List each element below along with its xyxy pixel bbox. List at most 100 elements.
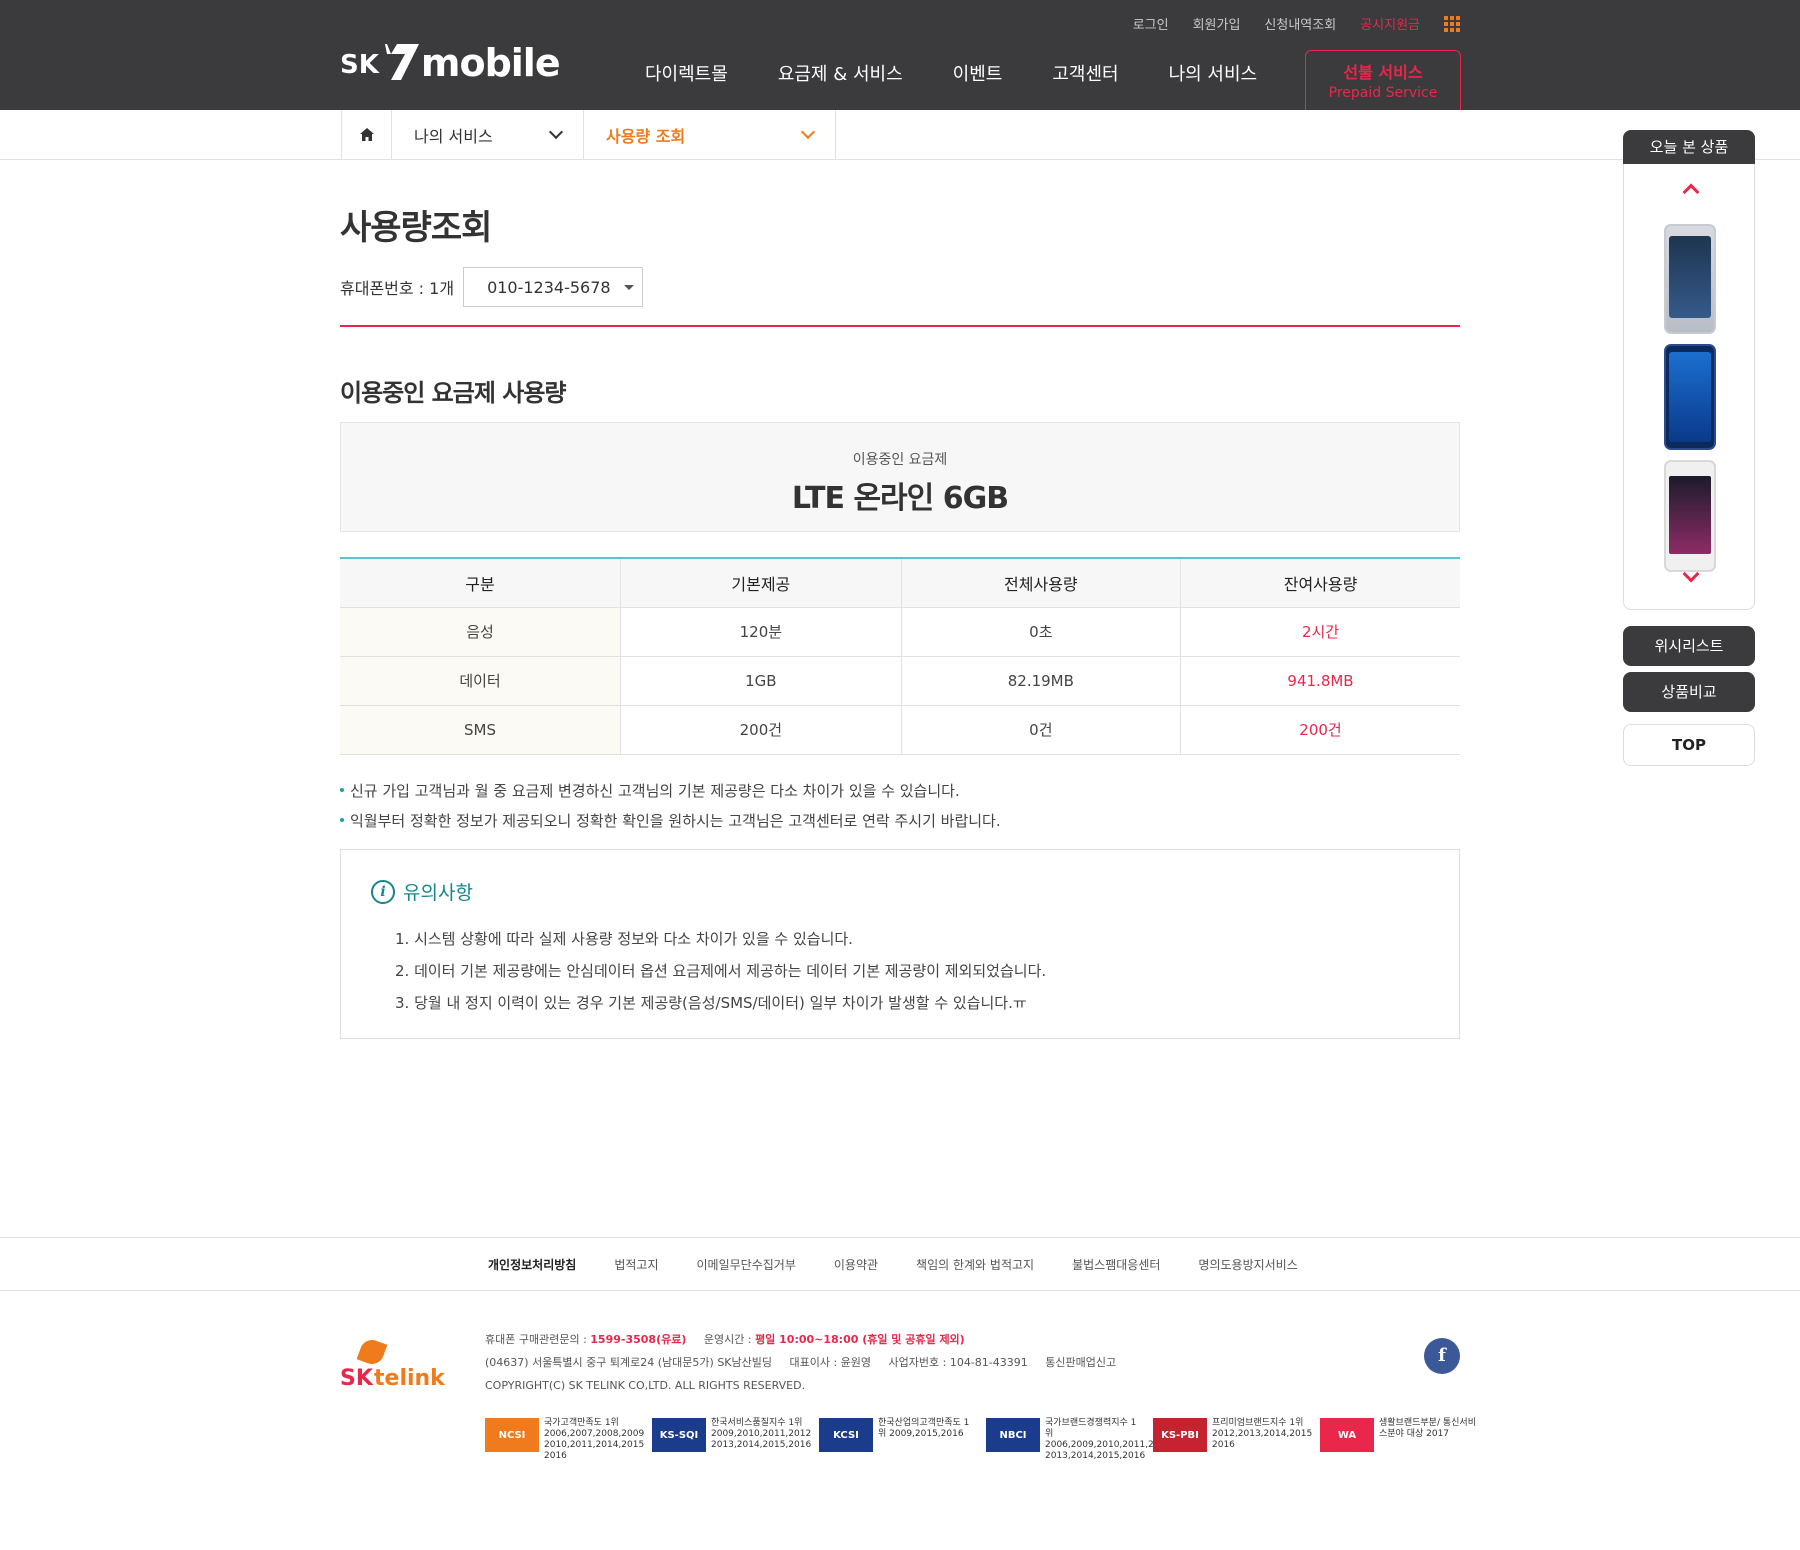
caution-title: 유의사항 (403, 882, 473, 904)
column-header: 전체사용량 (901, 558, 1182, 608)
product-thumbnail[interactable] (1664, 460, 1716, 572)
usage-notes: 신규 가입 고객님과 월 중 요금제 변경하신 고객님의 기본 제공량은 다소 … (340, 775, 1001, 835)
chevron-down-icon (800, 124, 816, 140)
logo-sk-text: SK (340, 50, 379, 80)
table-row: 음성 120분 0초 2시간 (340, 607, 1460, 657)
mail-order-link[interactable]: 통신판매업신고 (1045, 1356, 1116, 1369)
nav-events[interactable]: 이벤트 (953, 60, 1003, 86)
nav-customer-center[interactable]: 고객센터 (1052, 60, 1118, 86)
nav-my-service[interactable]: 나의 서비스 (1169, 60, 1258, 86)
phone-number-value: 010-1234-5678 (487, 277, 611, 297)
utility-nav: 로그인 회원가입 신청내역조회 공시지원금 (1133, 14, 1460, 33)
home-icon (359, 128, 374, 141)
award-item: NBCI 국가브랜드경쟁력지수 1위 2006,2009,2010,2011,20… (986, 1418, 1171, 1462)
scroll-top-button[interactable]: TOP (1623, 724, 1755, 766)
award-item: WA 생활브랜드부분/ 통신서비스분야 대상 2017 (1320, 1418, 1477, 1462)
hours-value: 평일 10:00~18:00 (휴일 및 공휴일 제외) (755, 1333, 965, 1346)
caution-list: 1. 시스템 상황에 따라 실제 사용량 정보와 다소 차이가 있을 수 있습니… (395, 922, 1046, 1018)
all-menu-icon[interactable] (1444, 15, 1460, 32)
wishlist-button[interactable]: 위시리스트 (1623, 626, 1755, 666)
category-cell: SMS (340, 705, 622, 755)
product-thumbnail[interactable] (1664, 224, 1716, 334)
column-header: 기본제공 (620, 558, 902, 608)
footer-logo-telink: telink (374, 1366, 445, 1391)
nav-direct-mall[interactable]: 다이렉트몰 (645, 60, 728, 86)
breadcrumb-my-service-dropdown[interactable]: 나의 서비스 (392, 110, 584, 159)
inquiry-label: 휴대폰 구매관련문의 : (485, 1333, 587, 1346)
award-text: 국가고객만족도 1위 2006,2007,2008,2009 2010,2011… (544, 1418, 645, 1461)
section-title: 이용중인 요금제 사용량 (340, 379, 567, 407)
footer-logo-sk: SK (340, 1366, 373, 1391)
used-cell: 0건 (901, 705, 1182, 755)
inquiry-phone: 1599-3508(유료) (590, 1333, 687, 1346)
phone-number-select[interactable]: 010-1234-5678 (463, 267, 644, 307)
list-item: 익월부터 정확한 정보가 제공되오니 정확한 확인을 원하시는 고객님은 고객센… (340, 805, 1001, 835)
chevron-up-icon[interactable] (1682, 183, 1700, 201)
site-header: 로그인 회원가입 신청내역조회 공시지원금 SK mobile 다이렉트몰 요금… (0, 0, 1800, 110)
title-divider (340, 325, 1460, 327)
prepaid-ko-label: 선불 서비스 (1343, 63, 1423, 82)
sk-wing-icon (356, 1336, 388, 1368)
awards-list: NCSI 국가고객만족도 1위 2006,2007,2008,2009 2010,… (485, 1418, 1477, 1462)
plan-name: LTE 온라인 6GB (791, 481, 1009, 516)
list-item: 2. 데이터 기본 제공량에는 안심데이터 옵션 요금제에서 제공하는 데이터 … (395, 961, 1047, 980)
recently-viewed-title: 오늘 본 상품 (1623, 130, 1755, 164)
note-text: 신규 가입 고객님과 월 중 요금제 변경하신 고객님의 기본 제공량은 다소 … (350, 781, 960, 800)
prepaid-service-button[interactable]: 선불 서비스 Prepaid Service (1305, 50, 1461, 110)
page-title: 사용량조회 (340, 208, 492, 248)
nav-plans-services[interactable]: 요금제 & 서비스 (778, 60, 903, 86)
award-text: 생활브랜드부분/ 통신서비스분야 대상 2017 (1379, 1418, 1476, 1439)
sk-7mobile-logo[interactable]: SK mobile (340, 40, 561, 82)
used-cell: 0초 (901, 607, 1182, 657)
bullet-icon (340, 818, 344, 822)
note-text: 익월부터 정확한 정보가 제공되오니 정확한 확인을 원하시는 고객님은 고객센… (350, 811, 1001, 830)
order-history-link[interactable]: 신청내역조회 (1264, 14, 1336, 33)
subsidy-link[interactable]: 공시지원금 (1360, 14, 1420, 33)
category-cell: 음성 (340, 607, 622, 657)
used-cell: 82.19MB (901, 656, 1182, 706)
list-item: 신규 가입 고객님과 월 중 요금제 변경하신 고객님의 기본 제공량은 다소 … (340, 775, 1001, 805)
breadcrumb-usage-dropdown[interactable]: 사용량 조회 (584, 110, 836, 159)
address-text: (04637) 서울특별시 중구 퇴계로24 (남대문5가) SK남산빌딩 (485, 1356, 772, 1369)
caution-box: i 유의사항 1. 시스템 상황에 따라 실제 사용량 정보와 다소 차이가 있… (340, 849, 1460, 1039)
footer-link-liability[interactable]: 책임의 한계와 법적고지 (916, 1256, 1034, 1273)
site-footer: SK telink 휴대폰 구매관련문의 : 1599-3508(유료) 운영시… (340, 1310, 1476, 1510)
footer-link-legal[interactable]: 법적고지 (614, 1256, 658, 1273)
table-row: SMS 200건 0건 200건 (340, 705, 1460, 755)
breadcrumb-home[interactable] (342, 110, 392, 159)
category-cell: 데이터 (340, 656, 622, 706)
login-link[interactable]: 로그인 (1133, 14, 1169, 33)
company-info: 휴대폰 구매관련문의 : 1599-3508(유료) 운영시간 : 평일 10:… (485, 1328, 1116, 1397)
basic-cell: 120분 (620, 607, 902, 657)
award-badge: KS-SQI (652, 1418, 706, 1452)
prepaid-en-label: Prepaid Service (1328, 85, 1438, 101)
award-badge: NCSI (485, 1418, 539, 1452)
remaining-cell: 200건 (1180, 705, 1460, 755)
award-text: 한국산업의고객만족도 1위 2009,2015,2016 (878, 1418, 970, 1439)
product-thumbnail[interactable] (1664, 344, 1716, 450)
signup-link[interactable]: 회원가입 (1193, 14, 1241, 33)
footer-links: 개인정보처리방침 법적고지 이메일무단수집거부 이용약관 책임의 한계와 법적고… (0, 1237, 1800, 1291)
sk-telink-logo: SK telink (340, 1336, 445, 1391)
award-item: KCSI 한국산업의고객만족도 1위 2009,2015,2016 (819, 1418, 976, 1462)
logo-seven-icon (384, 44, 419, 80)
breadcrumb-level2-label: 사용량 조회 (606, 126, 686, 146)
column-header: 잔여사용량 (1180, 558, 1460, 608)
table-header-row: 구분 기본제공 전체사용량 잔여사용량 (340, 558, 1460, 608)
facebook-icon[interactable]: f (1424, 1338, 1460, 1374)
footer-link-email-refusal[interactable]: 이메일무단수집거부 (697, 1256, 796, 1273)
copyright-text: COPYRIGHT(C) SK TELINK CO,LTD. ALL RIGHT… (485, 1379, 806, 1392)
footer-link-identity-theft[interactable]: 명의도용방지서비스 (1198, 1256, 1297, 1273)
footer-link-terms[interactable]: 이용약관 (834, 1256, 878, 1273)
main-nav: 다이렉트몰 요금제 & 서비스 이벤트 고객센터 나의 서비스 (645, 60, 1257, 86)
basic-cell: 200건 (620, 705, 902, 755)
breadcrumb-level1-label: 나의 서비스 (414, 126, 493, 146)
bullet-icon (340, 788, 344, 792)
caution-header: i 유의사항 (371, 878, 473, 905)
compare-button[interactable]: 상품비교 (1623, 672, 1755, 712)
footer-link-spam-center[interactable]: 불법스팸대응센터 (1072, 1256, 1160, 1273)
ceo-text: 대표이사 : 윤원영 (789, 1356, 872, 1369)
footer-link-privacy[interactable]: 개인정보처리방침 (488, 1256, 576, 1273)
chevron-down-icon (548, 124, 564, 140)
biz-no-text: 사업자번호 : 104-81-43391 (888, 1356, 1028, 1369)
